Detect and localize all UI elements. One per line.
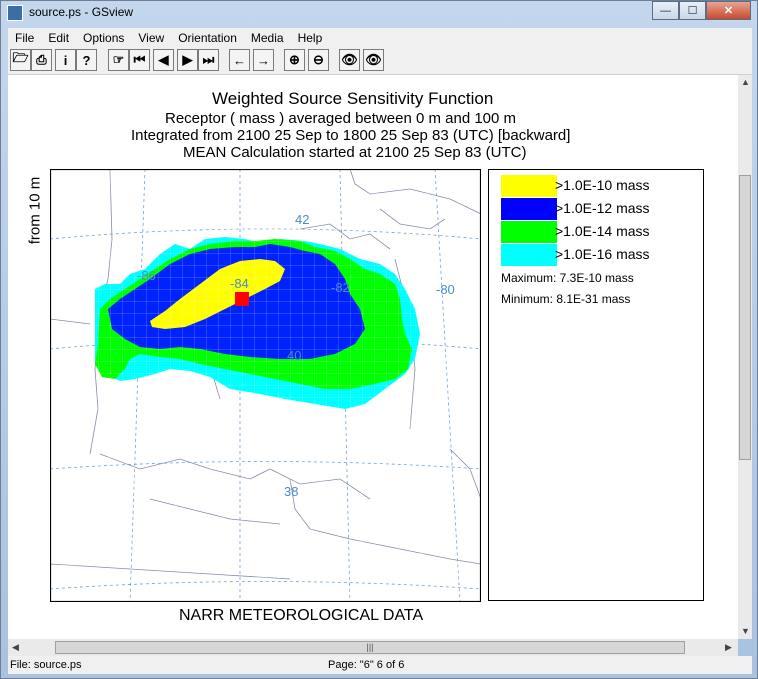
vertical-scrollbar[interactable]: ▲ ▼	[738, 75, 752, 639]
maximize-button[interactable]: ☐	[679, 1, 706, 20]
zoom-in-icon[interactable]: ⊕	[284, 49, 305, 71]
lon-80-label: -80	[436, 282, 455, 297]
last-page-icon[interactable]: ⏭	[198, 49, 219, 71]
legend-minimum: Minimum: 8.1E-31 mass	[501, 292, 631, 306]
legend-label-1e-16: >1.0E-16 mass	[555, 246, 650, 262]
minimize-button[interactable]: —	[652, 1, 679, 20]
app-icon	[7, 5, 23, 21]
menu-help[interactable]: Help	[291, 31, 330, 45]
menu-options[interactable]: Options	[76, 31, 131, 45]
legend-panel: >1.0E-10 mass >1.0E-12 mass >1.0E-14 mas…	[488, 169, 704, 601]
find-text-icon[interactable]: 👁	[363, 49, 384, 71]
toolbar: 🗁 ⎙ i ? ☞ ⏮ ◀ ▶ ⏭ ← → ⊕ ⊖ 👁 👁	[8, 47, 752, 75]
zoom-out-icon[interactable]: ⊖	[308, 49, 329, 71]
legend-label-1e-12: >1.0E-12 mass	[555, 200, 650, 216]
menu-orientation[interactable]: Orientation	[171, 31, 244, 45]
menu-media[interactable]: Media	[244, 31, 291, 45]
menu-edit[interactable]: Edit	[41, 31, 76, 45]
previous-page-icon[interactable]: ◀	[153, 49, 174, 71]
close-button[interactable]: ✕	[706, 1, 751, 20]
concentration-map: 42 40 38 -86 -84 -82 -80	[50, 169, 481, 602]
lat-40-label: 40	[287, 348, 301, 363]
app-window: source.ps - GSview — ☐ ✕ File Edit Optio…	[0, 0, 758, 679]
status-file: File: source.ps	[10, 659, 82, 671]
help-icon[interactable]: ?	[76, 49, 97, 71]
plot-title: Weighted Source Sensitivity Function	[212, 89, 494, 108]
horizontal-scroll-thumb[interactable]: |||	[55, 641, 685, 654]
plot-subtitle-integrated: Integrated from 2100 25 Sep to 1800 25 S…	[131, 127, 571, 144]
next-page-icon[interactable]: ▶	[177, 49, 198, 71]
horizontal-scrollbar[interactable]: ◀ ||| ▶	[8, 639, 738, 656]
receptor-marker	[235, 292, 249, 306]
print-icon[interactable]: ⎙	[31, 49, 52, 71]
scroll-left-icon[interactable]: ◀	[12, 642, 19, 653]
legend-label-1e-10: >1.0E-10 mass	[555, 177, 650, 193]
lon-84-label: -84	[230, 276, 249, 291]
legend-swatch-cyan	[501, 244, 557, 266]
window-title: source.ps - GSview	[29, 5, 134, 19]
forward-arrow-icon[interactable]: →	[253, 49, 274, 71]
plot-subtitle-receptor: Receptor ( mass ) averaged between 0 m a…	[165, 110, 517, 127]
lat-38-label: 38	[284, 484, 298, 499]
scroll-down-icon[interactable]: ▼	[741, 626, 750, 636]
y-axis-label: from 10 m	[26, 176, 44, 245]
status-bar: File: source.ps Page: "6" 6 of 6	[8, 656, 752, 674]
plot-subtitle-calculation: MEAN Calculation started at 2100 25 Sep …	[183, 144, 527, 161]
legend-swatch-yellow	[501, 175, 557, 197]
legend-label-1e-14: >1.0E-14 mass	[555, 223, 650, 239]
menu-bar: File Edit Options View Orientation Media…	[8, 28, 752, 47]
document-view[interactable]: Weighted Source Sensitivity Function Rec…	[8, 75, 738, 639]
first-page-icon[interactable]: ⏮	[129, 49, 150, 71]
lon-82-label: -82	[331, 280, 350, 295]
vertical-scroll-thumb[interactable]	[739, 175, 751, 460]
legend-swatch-green	[501, 221, 557, 243]
scroll-up-icon[interactable]: ▲	[741, 77, 750, 87]
scroll-right-icon[interactable]: ▶	[725, 642, 732, 653]
back-arrow-icon[interactable]: ←	[229, 49, 250, 71]
lon-86-label: -86	[137, 268, 156, 283]
legend-swatch-blue	[501, 198, 557, 220]
open-icon[interactable]: 🗁	[10, 49, 31, 71]
lat-42-label: 42	[295, 212, 309, 227]
status-page: Page: "6" 6 of 6	[328, 659, 405, 671]
menu-view[interactable]: View	[131, 31, 171, 45]
title-bar: source.ps - GSview — ☐ ✕	[1, 1, 757, 27]
text-extract-icon[interactable]: 👁	[339, 49, 360, 71]
goto-page-icon[interactable]: ☞	[108, 49, 129, 71]
info-icon[interactable]: i	[55, 49, 76, 71]
x-axis-label: NARR METEOROLOGICAL DATA	[179, 607, 424, 624]
legend-maximum: Maximum: 7.3E-10 mass	[501, 271, 634, 285]
menu-file[interactable]: File	[8, 31, 41, 45]
